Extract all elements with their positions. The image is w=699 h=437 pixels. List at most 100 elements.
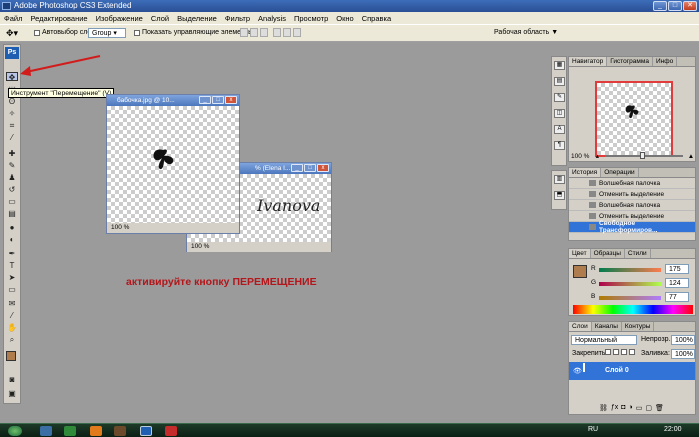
doc-maximize-button[interactable]: □ [212, 96, 224, 104]
tab-info[interactable]: Инфо [653, 57, 678, 66]
new-layer-icon[interactable]: ▢ [645, 404, 652, 412]
menu-analysis[interactable]: Analysis [258, 14, 286, 23]
menu-image[interactable]: Изображение [96, 14, 143, 23]
blue-slider[interactable] [599, 296, 661, 300]
menu-window[interactable]: Окно [336, 14, 353, 23]
menu-help[interactable]: Справка [362, 14, 391, 23]
menu-edit[interactable]: Редактирование [30, 14, 87, 23]
foreground-color-swatch[interactable] [6, 351, 16, 361]
menu-layer[interactable]: Слой [151, 14, 169, 23]
pen-tool-icon[interactable]: ✒ [6, 249, 18, 258]
dock-panel-icon-2[interactable]: ▤ [554, 77, 565, 86]
tab-channels[interactable]: Каналы [592, 322, 622, 331]
history-item[interactable]: Волшебная палочка [569, 178, 695, 189]
tab-actions[interactable]: Операции [601, 168, 639, 177]
tab-swatches[interactable]: Образцы [591, 249, 625, 258]
dock-panel-icon-6[interactable]: ¶ [554, 141, 565, 150]
eraser-tool-icon[interactable]: ▭ [6, 197, 18, 206]
dodge-tool-icon[interactable]: ◐ [6, 235, 18, 244]
menu-file[interactable]: Файл [4, 14, 22, 23]
align-right-icon[interactable] [293, 28, 301, 37]
layer-row[interactable]: 👁 Слой 0 [569, 362, 695, 380]
shape-tool-icon[interactable]: ▭ [6, 285, 18, 294]
align-top-icon[interactable] [240, 28, 248, 37]
history-brush-icon[interactable]: ↺ [6, 185, 18, 194]
align-left-icon[interactable] [273, 28, 281, 37]
show-controls-checkbox[interactable] [134, 30, 140, 36]
maximize-button[interactable]: □ [668, 1, 682, 11]
opacity-field[interactable]: 100% [671, 335, 695, 345]
doc-maximize-button[interactable]: □ [304, 164, 316, 172]
quick-mask-icon[interactable]: ◙ [6, 375, 18, 384]
navigator-preview[interactable] [595, 81, 673, 157]
clone-stamp-icon[interactable]: ♟ [6, 173, 18, 182]
healing-brush-icon[interactable]: ✚ [6, 149, 18, 158]
history-item[interactable]: Отменить выделение [569, 189, 695, 200]
dock-panel-icon-1[interactable]: ▦ [554, 61, 565, 70]
new-group-icon[interactable]: ▭ [636, 404, 643, 412]
lock-pixels-icon[interactable] [613, 349, 619, 355]
menu-filter[interactable]: Фильтр [225, 14, 250, 23]
doc-close-button[interactable]: x [317, 164, 329, 172]
color-foreground-swatch[interactable] [573, 265, 587, 278]
blend-mode-dropdown[interactable]: Нормальный [571, 335, 637, 345]
fill-field[interactable]: 100% [671, 349, 695, 359]
lock-all-icon[interactable] [629, 349, 635, 355]
layer-visibility-eye-icon[interactable]: 👁 [573, 367, 582, 375]
tab-styles[interactable]: Стили [625, 249, 651, 258]
dock-panel-icon-5[interactable]: A [554, 125, 565, 134]
zoom-slider[interactable] [605, 152, 683, 159]
autoselect-checkbox[interactable] [34, 30, 40, 36]
lasso-tool-icon[interactable]: ʘ [6, 97, 18, 106]
taskbar-app-icon-2[interactable] [64, 426, 76, 436]
zoom-tool-icon[interactable]: ⌕ [6, 335, 18, 344]
lock-position-icon[interactable] [621, 349, 627, 355]
tab-paths[interactable]: Контуры [622, 322, 655, 331]
tab-histogram[interactable]: Гистограмма [607, 57, 653, 66]
dock-panel-icon-4[interactable]: ◫ [554, 109, 565, 118]
align-middle-icon[interactable] [250, 28, 258, 37]
green-value-field[interactable]: 124 [665, 278, 689, 288]
eyedropper-icon[interactable]: ⁄ [6, 133, 18, 142]
taskbar-photoshop-icon[interactable] [140, 426, 152, 436]
brush-tool-icon[interactable]: ✎ [6, 161, 18, 170]
taskbar-app-icon-1[interactable] [40, 426, 52, 436]
green-slider[interactable] [599, 282, 661, 286]
path-select-icon[interactable]: ➤ [6, 273, 18, 282]
gradient-tool-icon[interactable]: ▤ [6, 209, 18, 218]
document-zoom[interactable]: 100 % [191, 242, 209, 252]
magic-wand-icon[interactable]: ✧ [6, 109, 18, 118]
history-item[interactable]: Волшебная палочка [569, 200, 695, 211]
dock-panel-icon-8[interactable]: ⬒ [554, 191, 565, 200]
lock-transparency-icon[interactable] [605, 349, 611, 355]
doc-minimize-button[interactable]: _ [291, 164, 303, 172]
align-bottom-icon[interactable] [260, 28, 268, 37]
minimize-button[interactable]: _ [653, 1, 667, 11]
notes-tool-icon[interactable]: ✉ [6, 299, 18, 308]
autoselect-dropdown[interactable]: Group ▾ [88, 28, 126, 38]
start-button[interactable] [8, 426, 22, 436]
move-tool-preset-icon[interactable]: ✥▾ [6, 28, 18, 39]
document-zoom[interactable]: 100 % [111, 223, 129, 233]
hand-tool-icon[interactable]: ✋ [6, 323, 18, 332]
document-window-butterfly[interactable]: бабочка.jpg @ 10... _ □ x 100 % [106, 94, 240, 234]
zoom-in-icon[interactable]: ▲ [687, 153, 695, 160]
dock-panel-icon-7[interactable]: ▥ [554, 175, 565, 184]
layer-style-icon[interactable]: ƒx [611, 404, 618, 412]
document-canvas[interactable] [107, 106, 239, 223]
eyedropper2-icon[interactable]: ⁄ [6, 311, 18, 320]
workspace-menu[interactable]: Рабочая область ▼ [494, 29, 558, 36]
blue-value-field[interactable]: 77 [665, 292, 689, 302]
crop-tool-icon[interactable]: ⌗ [6, 121, 18, 130]
adjustment-layer-icon[interactable]: ◑ [629, 404, 633, 412]
tab-color[interactable]: Цвет [569, 249, 591, 258]
taskbar-app-icon-3[interactable] [90, 426, 102, 436]
menu-select[interactable]: Выделение [177, 14, 217, 23]
color-spectrum-ramp[interactable] [573, 305, 693, 314]
delete-layer-icon[interactable]: 🗑 [655, 404, 664, 412]
align-center-icon[interactable] [283, 28, 291, 37]
tab-layers[interactable]: Слои [569, 322, 592, 331]
zoom-out-icon[interactable]: ▴ [593, 152, 601, 160]
red-slider[interactable] [599, 268, 661, 272]
tab-navigator[interactable]: Навигатор [569, 57, 608, 66]
